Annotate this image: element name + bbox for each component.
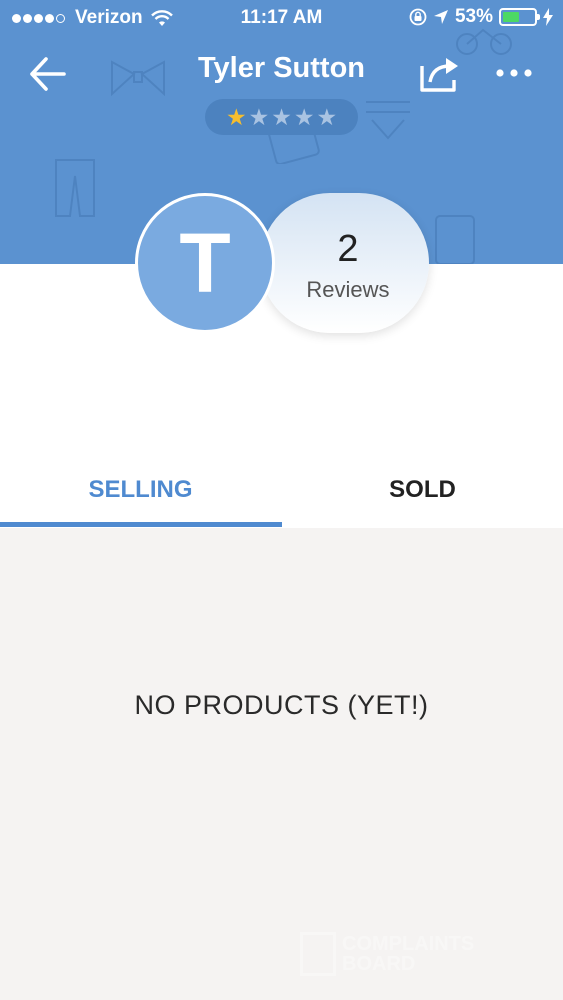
watermark-text: COMPLAINTS BOARD — [342, 934, 474, 974]
star-filled-icon: ★ — [225, 103, 247, 130]
status-right: 53% — [403, 6, 553, 28]
location-arrow-icon — [433, 10, 448, 24]
page-title: Tyler Sutton — [197, 52, 366, 84]
tab-sold[interactable]: SOLD — [282, 470, 563, 514]
status-bar: Verizon 11:17 AM 53% — [0, 0, 563, 36]
battery-tip — [537, 14, 540, 20]
tablet-doodle-icon — [435, 215, 475, 264]
share-icon — [420, 58, 458, 92]
star-empty-icon: ★ — [248, 103, 270, 130]
reviews-count[interactable]: 2 — [293, 228, 403, 271]
clothes-doodle-icon — [366, 101, 410, 140]
star-empty-icon: ★ — [316, 103, 338, 130]
more-icon — [496, 69, 532, 77]
rating-stars: ★ ★ ★ ★ ★ — [205, 99, 358, 135]
watermark-line1: COMPLAINTS — [342, 933, 475, 955]
battery-icon — [499, 8, 540, 26]
battery-level — [503, 12, 519, 22]
tab-active-indicator — [0, 522, 282, 527]
pants-doodle-icon — [55, 159, 95, 217]
avatar-initial: T — [179, 215, 231, 310]
share-button[interactable] — [416, 52, 464, 96]
star-empty-icon: ★ — [293, 103, 315, 130]
orientation-lock-icon — [409, 8, 427, 26]
tab-selling[interactable]: SELLING — [0, 470, 281, 514]
battery-percent: 53% — [454, 6, 493, 27]
watermark-logo-mark — [300, 932, 336, 976]
charging-bolt-icon — [543, 8, 553, 26]
watermark-line2: BOARD — [342, 953, 416, 975]
star-empty-icon: ★ — [271, 103, 292, 130]
watermark-logo: COMPLAINTS BOARD — [300, 932, 474, 976]
avatar: T — [135, 193, 275, 333]
more-options-button[interactable] — [492, 58, 536, 88]
reviews-label[interactable]: Reviews — [293, 277, 403, 303]
empty-products-message: NO PRODUCTS (YET!) — [134, 690, 429, 720]
